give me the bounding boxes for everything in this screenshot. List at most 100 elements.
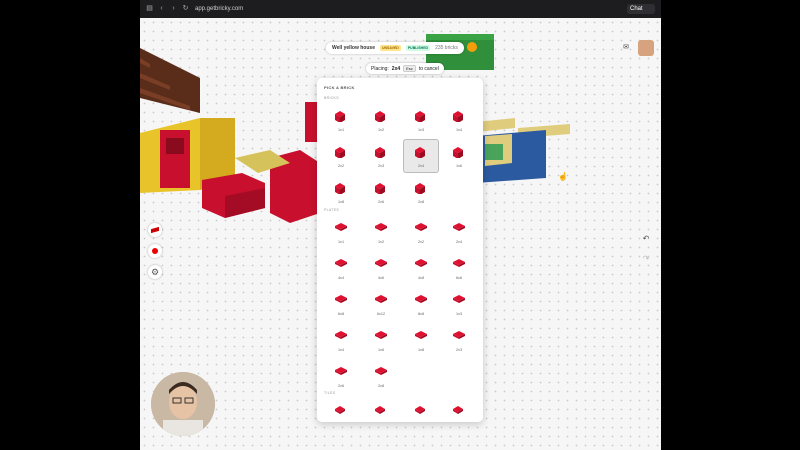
app-window: ▤ ‹ › ↻ app.getbricky.com Chat Well yell… <box>140 0 661 450</box>
brick-option[interactable]: 6x12 <box>363 287 399 321</box>
brick-thumbnail <box>415 111 425 122</box>
brick-option-label: 1x1 <box>337 240 345 244</box>
brick-option[interactable]: 8x8 <box>403 287 439 321</box>
avatar[interactable] <box>638 40 654 56</box>
brick-option-label: 1x2 <box>377 240 385 244</box>
forward-icon[interactable]: › <box>168 3 179 14</box>
brick-option[interactable]: 2x8 <box>403 175 439 209</box>
brick-thumbnail <box>335 295 347 303</box>
placing-prefix: Placing: <box>371 65 389 72</box>
brick-thumbnail <box>335 367 347 375</box>
brick-option[interactable]: 1x3 <box>403 103 439 137</box>
undo-icon[interactable]: ↶ <box>640 233 652 245</box>
brick-option[interactable]: 4x8 <box>403 251 439 285</box>
brick-option[interactable] <box>323 398 359 422</box>
brick-option-label: 2x3 <box>377 164 385 168</box>
section-header: BRICKS <box>324 96 339 100</box>
brick-thumbnail <box>415 406 425 414</box>
brick-option-label: 1x3 <box>417 128 425 132</box>
message-icon[interactable]: ✉ <box>622 44 630 52</box>
chat-button[interactable]: Chat <box>627 4 655 14</box>
color-swatch <box>152 248 158 254</box>
brick-thumbnail <box>335 406 345 414</box>
brick-thumbnail <box>375 406 385 414</box>
brick-option[interactable]: 2x2 <box>403 215 439 249</box>
brick-thumbnail <box>335 111 345 122</box>
brick-option[interactable]: 6x6 <box>441 251 477 285</box>
brick-option[interactable]: 2x6 <box>323 359 359 393</box>
brick-option[interactable]: 1x1 <box>323 103 359 137</box>
brick-option[interactable]: 2x4 <box>441 215 477 249</box>
brick-option[interactable]: 1x8 <box>323 175 359 209</box>
brick-option[interactable]: 1x1 <box>323 215 359 249</box>
brick-picker-panel: PICK A BRICK BRICKS 1x1 1x2 1x3 1x4 2x2 2x3 2x4… <box>317 78 483 422</box>
brick-option-label: 2x6 <box>337 384 345 388</box>
brick-thumbnail <box>335 259 347 267</box>
chat-label: Chat <box>630 6 643 12</box>
brick-option[interactable]: 1x4 <box>441 103 477 137</box>
left-toolbar: ⚙ <box>148 223 162 286</box>
brick-count: 235 bricks <box>435 45 458 51</box>
brick-option-label: 2x2 <box>417 240 425 244</box>
brick-thumbnail <box>415 147 425 158</box>
placing-suffix: to cancel <box>418 65 439 72</box>
unsaved-badge: UNSAVED <box>379 45 401 51</box>
brick-option-label: 1x1 <box>337 128 345 132</box>
brick-option[interactable]: 2x8 <box>363 359 399 393</box>
brick-thumbnail <box>335 147 345 158</box>
brick-option[interactable]: 2x2 <box>323 139 359 173</box>
brick-option[interactable]: 2x3 <box>363 139 399 173</box>
brick-thumbnail <box>453 111 463 122</box>
brick-thumbnail <box>453 406 463 414</box>
brick-option-label: 2x8 <box>377 384 385 388</box>
panel-title: PICK A BRICK <box>324 85 355 90</box>
brick-thumbnail <box>335 223 347 231</box>
project-title: Well yellow house <box>332 45 375 51</box>
save-button[interactable] <box>467 42 477 52</box>
brick-option[interactable]: 1x2 <box>363 215 399 249</box>
brick-tool-button[interactable] <box>148 223 162 237</box>
settings-button[interactable]: ⚙ <box>148 265 162 279</box>
brick-option-label: 1x4 <box>337 348 345 352</box>
presenter-image <box>151 372 215 436</box>
brick-thumbnail <box>453 331 465 339</box>
brick-option[interactable]: 1x8 <box>403 323 439 357</box>
brick-option-label: 4x8 <box>417 276 425 280</box>
brick-option[interactable]: 2x4 <box>403 139 439 173</box>
brick-thumbnail <box>453 223 465 231</box>
brick-option[interactable]: 1x3 <box>441 287 477 321</box>
brick-option[interactable]: 4x4 <box>323 251 359 285</box>
brick-option[interactable]: 2x3 <box>441 323 477 357</box>
project-title-pill[interactable]: Well yellow house UNSAVED PUBLISHED 235 … <box>326 42 464 54</box>
color-picker-button[interactable] <box>148 244 162 258</box>
brick-thumbnail <box>415 183 425 194</box>
brick-thumbnail <box>415 295 427 303</box>
sidebar-icon[interactable]: ▤ <box>144 3 155 14</box>
brick-thumbnail <box>415 223 427 231</box>
brick-option-label: 4x6 <box>377 276 385 280</box>
brick-option-label: 6x12 <box>376 312 386 316</box>
brick-option-label: 6x8 <box>337 312 345 316</box>
brick-option-label: 2x8 <box>417 200 425 204</box>
brick-option[interactable]: 1x6 <box>441 139 477 173</box>
browser-toolbar: ▤ ‹ › ↻ app.getbricky.com Chat <box>140 0 661 18</box>
brick-option[interactable] <box>403 398 439 422</box>
brick-option[interactable]: 6x8 <box>323 287 359 321</box>
brick-option[interactable]: 1x6 <box>363 323 399 357</box>
build-canvas[interactable]: Well yellow house UNSAVED PUBLISHED 235 … <box>140 18 661 450</box>
brick-option[interactable]: 1x2 <box>363 103 399 137</box>
brick-option-label: 2x2 <box>337 164 345 168</box>
brick-thumbnail <box>415 331 427 339</box>
url-field[interactable]: app.getbricky.com <box>195 4 243 14</box>
brick-option[interactable]: 1x4 <box>323 323 359 357</box>
right-toolbar: ↶ ↷ <box>640 233 652 273</box>
redo-icon[interactable]: ↷ <box>640 253 652 265</box>
brick-option[interactable]: 2x6 <box>363 175 399 209</box>
back-icon[interactable]: ‹ <box>156 3 167 14</box>
reload-icon[interactable]: ↻ <box>180 3 191 14</box>
gear-icon: ⚙ <box>150 267 160 277</box>
brick-option[interactable]: 4x6 <box>363 251 399 285</box>
brick-option[interactable] <box>363 398 399 422</box>
webcam-overlay <box>151 372 215 436</box>
brick-option[interactable] <box>441 398 477 422</box>
